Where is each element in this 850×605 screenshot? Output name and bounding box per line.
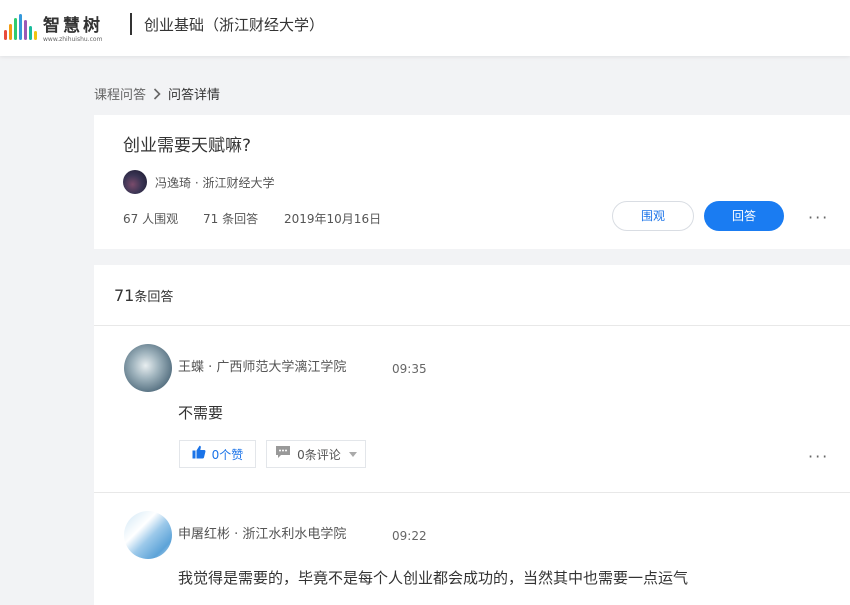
like-button[interactable]: 0个赞 — [179, 440, 256, 468]
site-logo[interactable]: 智慧树 www.zhihuishu.com — [4, 10, 132, 44]
answers-count-number: 71 — [114, 286, 135, 305]
logo-text: 智慧树 — [43, 16, 103, 36]
question-card: 创业需要天赋嘛? 冯逸琦 · 浙江财经大学 67 人围观 71 条回答 2019… — [94, 115, 850, 249]
thumbs-up-icon — [192, 445, 206, 463]
answer-author[interactable]: 王蝶 · 广西师范大学漓江学院 — [178, 360, 346, 376]
comment-icon — [275, 445, 291, 463]
chevron-right-icon — [153, 87, 161, 105]
watch-button[interactable]: 围观 — [612, 201, 694, 231]
logo-bars-icon — [4, 14, 37, 40]
breadcrumb-current: 问答详情 — [168, 88, 221, 103]
answers-count-label: 条回答 — [134, 290, 174, 305]
logo-subtext: www.zhihuishu.com — [43, 36, 103, 43]
question-author: 冯逸琦 · 浙江财经大学 — [123, 170, 274, 194]
answer-time: 09:35 — [392, 362, 427, 376]
breadcrumb: 课程问答 问答详情 — [94, 87, 220, 105]
comment-button[interactable]: 0条评论 — [266, 440, 366, 468]
answers-count-heading: 71条回答 — [114, 286, 173, 308]
answer-button[interactable]: 回答 — [704, 201, 784, 231]
avatar[interactable] — [123, 170, 147, 194]
top-navbar: 智慧树 www.zhihuishu.com 创业基础（浙江财经大学） — [0, 0, 850, 56]
question-date: 2019年10月16日 — [284, 212, 382, 226]
breadcrumb-course-qa[interactable]: 课程问答 — [94, 87, 146, 105]
answer-body: 我觉得是需要的，毕竟不是每个人创业都会成功的，当然其中也需要一点运气 — [178, 569, 689, 587]
chevron-down-icon — [348, 451, 357, 457]
like-count: 0个赞 — [211, 447, 244, 462]
view-count: 67 人围观 — [123, 212, 179, 226]
more-options-icon[interactable]: ··· — [808, 449, 829, 465]
answer-body: 不需要 — [178, 404, 224, 422]
header-divider — [130, 13, 132, 35]
divider — [94, 325, 850, 326]
question-stats: 67 人围观 71 条回答 2019年10月16日 — [123, 211, 381, 227]
question-title: 创业需要天赋嘛? — [123, 136, 252, 156]
question-author-name: 冯逸琦 · 浙江财经大学 — [155, 175, 275, 190]
answers-card: 71条回答 王蝶 · 广西师范大学漓江学院 09:35 不需要 0个赞 0条评论… — [94, 265, 850, 605]
course-title[interactable]: 创业基础（浙江财经大学） — [144, 15, 324, 35]
answer-count: 71 条回答 — [203, 212, 259, 226]
comment-count: 0条评论 — [297, 447, 341, 462]
avatar[interactable] — [124, 511, 172, 559]
answer-time: 09:22 — [392, 529, 427, 543]
answer-author[interactable]: 申屠红彬 · 浙江水利水电学院 — [178, 527, 346, 543]
more-options-icon[interactable]: ··· — [808, 210, 829, 226]
avatar[interactable] — [124, 344, 172, 392]
divider — [94, 492, 850, 493]
